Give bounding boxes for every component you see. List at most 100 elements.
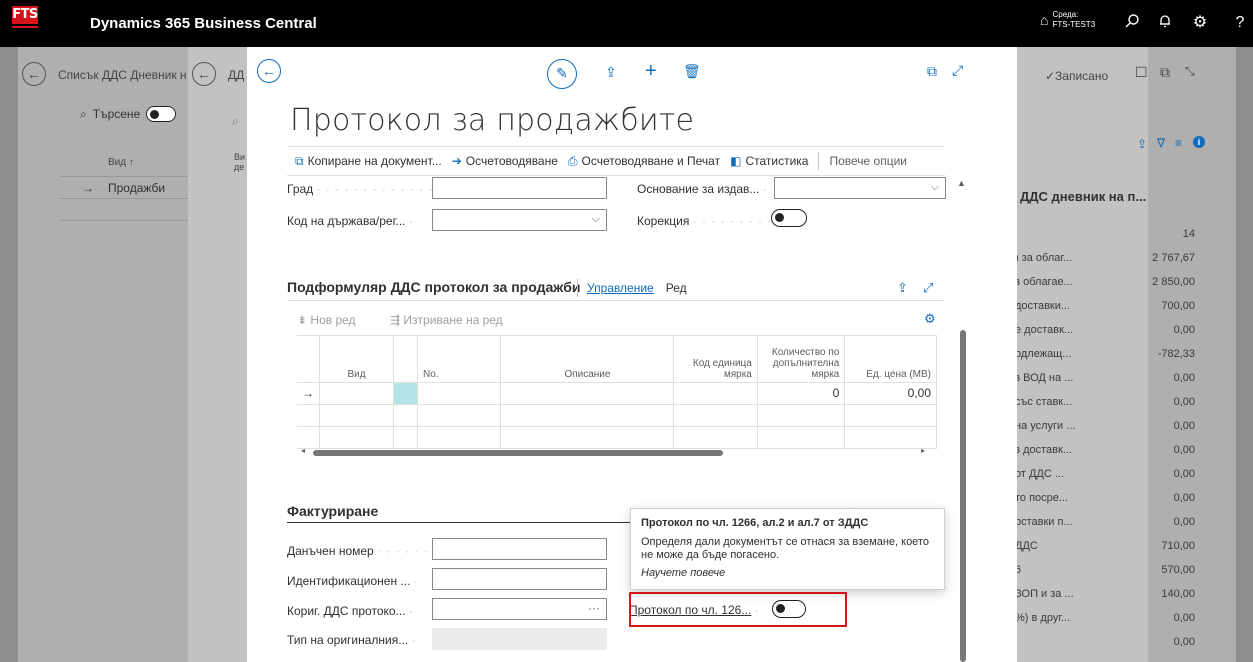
back-arrow-icon[interactable]: ← (257, 59, 281, 83)
bookmark-icon[interactable]: ☐ (1135, 64, 1148, 81)
col-header-uom[interactable]: Код единица мярка (673, 336, 758, 383)
environment-indicator[interactable]: ⌂ Среда: FTS-TEST3 (1040, 10, 1095, 30)
cell-selected[interactable] (393, 382, 419, 405)
field-tooltip: Протокол по чл. 1266, ал.2 и ал.7 от ЗДД… (630, 508, 945, 590)
cell-no[interactable] (417, 382, 502, 405)
factbox-row[interactable]: з ВОД на ... 0,00 (1015, 372, 1195, 384)
table-row[interactable]: → Продажби (60, 177, 188, 199)
learn-more-link[interactable]: Научете повече (641, 567, 934, 579)
table-row[interactable]: → 0 0,00 (297, 382, 937, 405)
edit-pencil-icon[interactable]: ✎ (547, 59, 577, 89)
factbox-row[interactable]: 0,00 (1015, 636, 1195, 648)
search-toggle[interactable] (146, 106, 177, 122)
cell-vid[interactable] (319, 382, 394, 405)
cell-price[interactable]: 0,00 (844, 382, 937, 405)
info-icon[interactable]: i (1193, 136, 1205, 148)
factbox-row[interactable]: одлежащ... -782,33 (1015, 348, 1195, 360)
horizontal-scrollbar[interactable]: ◂ ▸ (297, 446, 937, 458)
factbox-row[interactable]: 6 570,00 (1015, 564, 1195, 576)
corr-protocol-label: Кориг. ДДС протоко... · (287, 604, 414, 618)
factbox-row[interactable]: то посре... 0,00 (1015, 492, 1195, 504)
post-print-action[interactable]: ⎙ Осчетоводяване и Печат (568, 154, 720, 169)
delete-line-button[interactable]: ⇶ Изтриване на ред (390, 313, 503, 327)
col-header-unit-price[interactable]: Ед. цена (МВ) (844, 336, 937, 383)
factbox-row[interactable]: з доставк... 0,00 (1015, 444, 1195, 456)
correction-label: Корекция · · · · · · · · · · (637, 214, 782, 228)
col-header-qty[interactable]: Количество по допълнителна мярка (757, 336, 846, 383)
list-icon[interactable]: ≡ (1175, 136, 1182, 150)
bell-icon[interactable] (1155, 13, 1175, 33)
factbox-row[interactable]: ЗОП и за ... 140,00 (1015, 588, 1195, 600)
factbox-row[interactable]: ) за облаг... 2 767,67 (1015, 252, 1195, 264)
col-header-vid[interactable]: Вид (319, 336, 394, 383)
table-row[interactable] (297, 426, 937, 449)
column-header-vid[interactable]: Вид ↑ (108, 157, 134, 168)
filter-icon[interactable]: ∇ (1157, 136, 1165, 150)
collapse-icon[interactable]: ⤡ (1185, 64, 1195, 79)
share-icon[interactable]: ⇪ (605, 64, 617, 81)
table-row[interactable] (297, 404, 937, 427)
fts-logo: FTS (0, 0, 48, 47)
col-header-description[interactable]: Описание (500, 336, 675, 383)
factbox-row[interactable]: з облагае... 2 850,00 (1015, 276, 1195, 288)
tax-number-field[interactable] (432, 538, 607, 560)
open-new-window-icon[interactable]: ⧉ (927, 63, 937, 80)
cell-uom[interactable] (673, 382, 758, 405)
city-field[interactable] (432, 177, 607, 199)
sales-protocol-card: ← ✎ ⇪ + 🗑 ⧉ ⤢ Протокол за продажбите ⧉ Ко… (247, 47, 1017, 662)
gear-icon[interactable]: ⚙ (1190, 13, 1210, 33)
search-label: Търсене (92, 107, 141, 121)
search-toggle-area[interactable]: ⌕ Търсене (80, 106, 177, 122)
share-icon[interactable]: ⇪ (1137, 137, 1147, 151)
country-select[interactable]: ⌵ (432, 209, 607, 231)
factbox-row-value: 0,00 (1173, 612, 1195, 624)
open-new-window-icon[interactable]: ⧉ (1160, 64, 1170, 81)
scroll-up-icon[interactable]: ▲ (957, 178, 966, 188)
copy-document-action[interactable]: ⧉ Копиране на документ... (295, 154, 442, 169)
back-button-1[interactable]: ← (22, 62, 46, 86)
factbox-row-value: 0,00 (1173, 444, 1195, 456)
expand-icon[interactable]: ⤢ (952, 62, 963, 79)
factbox-row[interactable]: на услуги ... 0,00 (1015, 420, 1195, 432)
search-icon[interactable] (1122, 13, 1142, 33)
subform-title: Подформуляр ДДС протокол за продажби (287, 279, 581, 295)
tab-line[interactable]: Ред (666, 281, 687, 295)
table-row-empty[interactable] (60, 199, 188, 221)
column-header-vid-2[interactable]: Ви де (234, 152, 246, 172)
post-action[interactable]: ➔ Осчетоводяване (452, 154, 558, 168)
new-line-icon: ⇟ (297, 313, 308, 327)
share-icon[interactable]: ⇪ (897, 280, 908, 296)
cell-qty[interactable]: 0 (757, 382, 846, 405)
factbox-row-label: %) в друг... (1015, 612, 1071, 624)
col-header-no[interactable]: No. (417, 336, 502, 383)
factbox-row[interactable]: 14 (1015, 228, 1195, 240)
back-button-2[interactable]: ← (192, 62, 216, 86)
factbox-row-label: доставки... (1015, 300, 1071, 312)
delete-line-icon: ⇶ (390, 313, 401, 327)
factbox-row[interactable]: със ставк... 0,00 (1015, 396, 1195, 408)
factbox-row[interactable]: от ДДС ... 0,00 (1015, 468, 1195, 480)
expand-icon[interactable]: ⤢ (923, 280, 933, 296)
new-line-button[interactable]: ⇟ Нов ред (297, 313, 356, 327)
more-options-action[interactable]: Повече опции (829, 154, 907, 168)
delete-icon[interactable]: 🗑 (683, 63, 701, 80)
ellipsis-icon[interactable]: ··· (588, 601, 600, 615)
factbox-row-value: 570,00 (1161, 564, 1195, 576)
identification-field[interactable] (432, 568, 607, 590)
corr-protocol-lookup[interactable]: ··· (432, 598, 607, 620)
statistics-action[interactable]: ◧ Статистика (730, 154, 808, 168)
factbox-row[interactable]: %) в друг... 0,00 (1015, 612, 1195, 624)
new-plus-icon[interactable]: + (645, 60, 657, 83)
basis-select[interactable]: ⌵ (774, 177, 946, 199)
action-label: Повече опции (829, 154, 907, 168)
correction-toggle[interactable] (771, 209, 807, 227)
factbox-row[interactable]: ДДС 710,00 (1015, 540, 1195, 552)
factbox-row[interactable]: оставки п... 0,00 (1015, 516, 1195, 528)
factbox-row[interactable]: доставки... 700,00 (1015, 300, 1195, 312)
factbox-row[interactable]: е доставк... 0,00 (1015, 324, 1195, 336)
vertical-scrollbar[interactable] (960, 330, 966, 662)
cell-description[interactable] (500, 382, 675, 405)
tab-manage[interactable]: Управление (587, 281, 654, 295)
help-icon[interactable]: ? (1230, 13, 1250, 33)
personalize-icon[interactable]: ⚙ (924, 311, 936, 327)
